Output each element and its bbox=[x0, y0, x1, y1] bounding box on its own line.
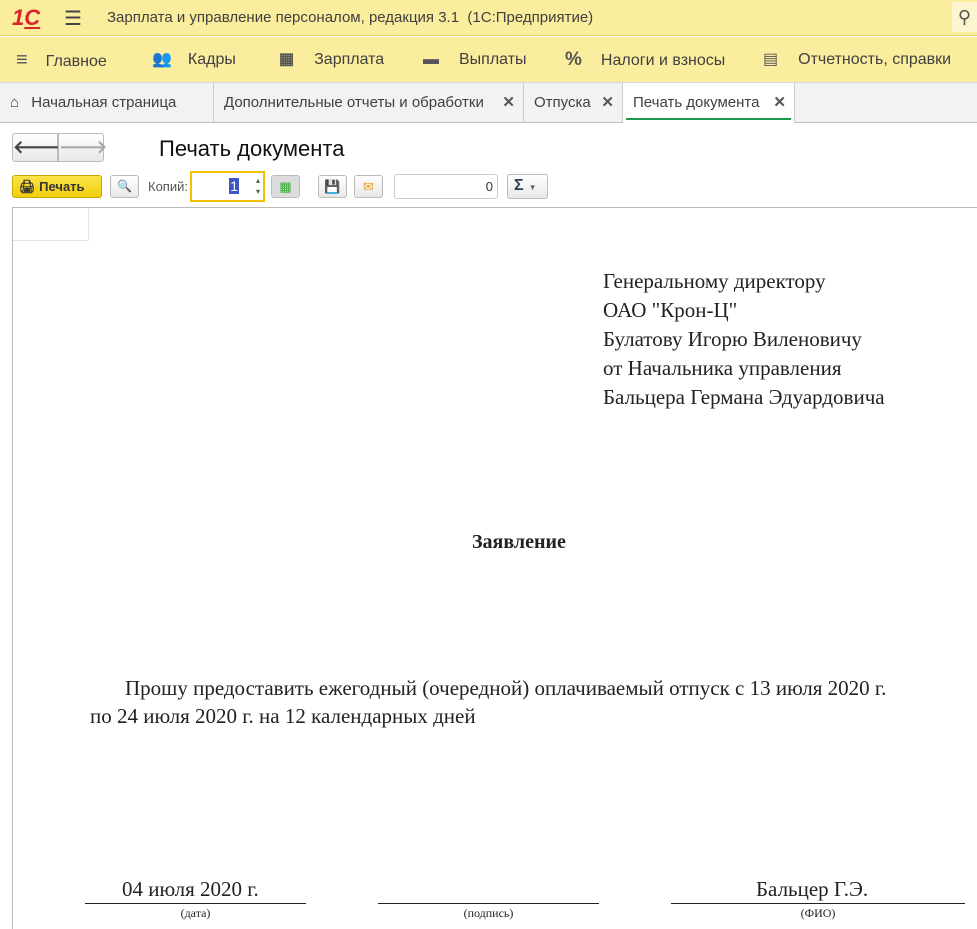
close-icon[interactable]: ✕ bbox=[601, 83, 614, 122]
body-line: по 24 июля 2020 г. на 12 календарных дне… bbox=[90, 704, 476, 728]
chevron-down-icon: ▼ bbox=[528, 183, 537, 192]
back-button[interactable]: 🡐 bbox=[12, 133, 61, 162]
address-line: Генеральному директору bbox=[603, 269, 826, 293]
address-line: от Начальника управления bbox=[603, 356, 842, 380]
copies-stepper[interactable]: ▴ ▾ bbox=[256, 175, 260, 197]
forward-button[interactable]: 🡒 bbox=[58, 133, 107, 162]
search-icon[interactable]: ⚲ bbox=[952, 2, 977, 32]
1c-logo: 1С bbox=[12, 5, 41, 30]
form-title: Печать документа bbox=[159, 136, 345, 161]
wallet-icon: ▬ bbox=[423, 51, 439, 68]
name-line bbox=[671, 903, 965, 904]
sum-field[interactable]: 0 bbox=[394, 174, 498, 199]
main-menu-icon[interactable]: ☰ bbox=[64, 6, 82, 31]
name-value: Бальцер Г.Э. bbox=[756, 877, 869, 901]
email-button[interactable]: ✉ bbox=[354, 175, 383, 198]
title-bar: 1С ☰ Зарплата и управление персоналом, р… bbox=[0, 0, 977, 36]
percent-icon: % bbox=[565, 49, 582, 70]
open-tabs: ⌂ Начальная страница Дополнительные отче… bbox=[0, 83, 977, 123]
copies-input[interactable]: 1 ▴ ▾ bbox=[190, 171, 265, 202]
print-button[interactable]: 🖨 Печать bbox=[12, 175, 102, 198]
corner-cell bbox=[13, 208, 89, 241]
date-label: (дата) bbox=[180, 906, 211, 920]
copies-label: Копий: bbox=[148, 179, 188, 194]
document-heading: Заявление bbox=[472, 531, 566, 553]
table-edit-icon: ▦ bbox=[279, 179, 292, 194]
spreadsheet-document[interactable] bbox=[12, 207, 977, 929]
menu-item-payments[interactable]: ▬ Выплаты bbox=[423, 37, 527, 83]
sum-dropdown-button[interactable]: Σ ▼ bbox=[507, 174, 548, 199]
date-value: 04 июля 2020 г. bbox=[122, 877, 259, 901]
people-icon: 👥 bbox=[152, 51, 172, 68]
name-label: (ФИО) bbox=[800, 906, 836, 920]
app-title: Зарплата и управление персоналом, редакц… bbox=[107, 9, 594, 26]
save-icon: 💾 bbox=[324, 179, 341, 194]
reports-icon: ▤ bbox=[763, 51, 779, 68]
close-icon[interactable]: ✕ bbox=[773, 83, 786, 122]
preview-icon: 🔍 bbox=[117, 179, 132, 193]
signature-label: (подпись) bbox=[463, 906, 514, 920]
tab-print-document[interactable]: Печать документа ✕ bbox=[623, 83, 795, 123]
calculator-icon: ▦ bbox=[279, 51, 295, 68]
save-button[interactable]: 💾 bbox=[318, 175, 347, 198]
printer-icon: 🖨 bbox=[19, 179, 36, 194]
address-line: Бальцера Германа Эдуардовича bbox=[603, 385, 885, 409]
address-line: Булатову Игорю Виленовичу bbox=[603, 327, 862, 351]
menu-item-hr[interactable]: 👥 Кадры bbox=[152, 37, 236, 83]
date-line bbox=[85, 903, 306, 904]
edit-table-button[interactable]: ▦ bbox=[271, 175, 300, 198]
signature-line bbox=[378, 903, 599, 904]
address-line: ОАО "Крон-Ц" bbox=[603, 298, 738, 322]
envelope-icon: ✉ bbox=[363, 179, 374, 194]
menu-item-salary[interactable]: ▦ Зарплата bbox=[279, 37, 384, 83]
tab-vacations[interactable]: Отпуска ✕ bbox=[524, 83, 623, 122]
menu-item-main[interactable]: ≡ Главное bbox=[16, 37, 107, 83]
body-line: Прошу предоставить ежегодный (очередной)… bbox=[125, 676, 887, 700]
home-icon: ⌂ bbox=[10, 94, 20, 111]
tab-additional-reports[interactable]: Дополнительные отчеты и обработки ✕ bbox=[214, 83, 524, 122]
tab-home[interactable]: ⌂ Начальная страница bbox=[0, 83, 214, 122]
menu-item-taxes[interactable]: % Налоги и взносы bbox=[565, 37, 725, 83]
close-icon[interactable]: ✕ bbox=[502, 83, 515, 122]
preview-button[interactable]: 🔍 bbox=[110, 175, 139, 198]
hamburger-icon: ≡ bbox=[16, 49, 28, 71]
menu-item-reports[interactable]: ▤ Отчетность, справки bbox=[763, 37, 951, 83]
sections-menu: ≡ Главное 👥 Кадры ▦ Зарплата ▬ Выплаты % Нало… bbox=[0, 37, 977, 83]
